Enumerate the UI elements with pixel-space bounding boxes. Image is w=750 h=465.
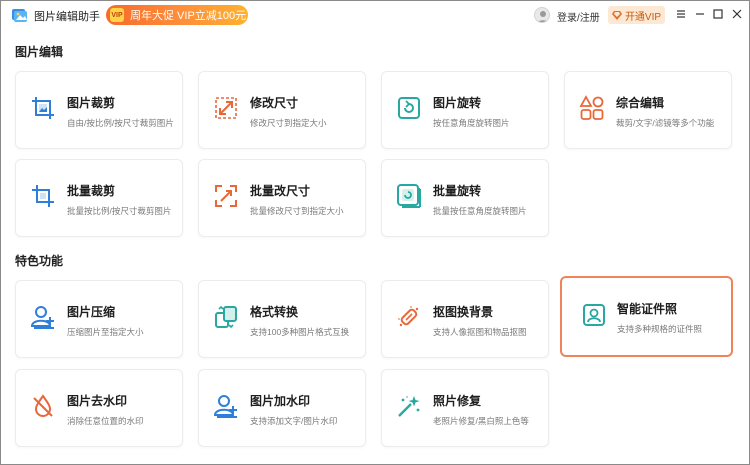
promo-banner[interactable]: VIP 周年大促 VIP立减100元: [106, 5, 248, 25]
card-title: 图片加水印: [250, 394, 311, 408]
card-desc: 支持人像抠图和物品抠图: [433, 327, 527, 337]
card-title: 批量改尺寸: [250, 184, 311, 198]
card-title: 图片压缩: [67, 305, 116, 319]
card-compress[interactable]: 图片压缩 压缩图片至指定大小: [15, 280, 183, 358]
card-desc: 消除任意位置的水印: [67, 416, 144, 426]
app-logo-icon: [12, 9, 27, 22]
card-title: 智能证件照: [617, 302, 678, 316]
resize-icon: [215, 97, 237, 119]
app-window: 图片编辑助手 VIP 周年大促 VIP立减100元 登录/注册 开通VIP 图片…: [0, 0, 750, 465]
section-title-edit: 图片编辑: [15, 45, 64, 59]
card-desc: 自由/按比例/按尺寸裁剪图片: [67, 118, 174, 128]
shapes-edit-icon: [579, 95, 604, 120]
card-cutout[interactable]: 抠图换背景 支持人像抠图和物品抠图: [381, 280, 549, 358]
card-title: 图片去水印: [67, 394, 128, 408]
batch-rotate-icon: [397, 184, 421, 208]
menu-icon[interactable]: [674, 7, 688, 21]
title-bar: 图片编辑助手 VIP 周年大促 VIP立减100元 登录/注册 开通VIP: [1, 1, 749, 29]
card-desc: 老照片修复/黑白照上色等: [433, 416, 529, 426]
cutout-icon: [398, 306, 419, 327]
card-desc: 批量按任意角度旋转图片: [433, 206, 527, 216]
rotate-icon: [398, 97, 420, 119]
card-remove-watermark[interactable]: 图片去水印 消除任意位置的水印: [15, 369, 183, 447]
crop-image-icon: [32, 97, 54, 119]
open-vip-button[interactable]: 开通VIP: [608, 6, 665, 24]
card-batch-rotate[interactable]: 批量旋转 批量按任意角度旋转图片: [381, 159, 549, 237]
card-desc: 批量修改尺寸到指定大小: [250, 206, 344, 216]
card-title: 图片旋转: [433, 96, 482, 110]
card-batch-crop[interactable]: 批量裁剪 批量按比例/按尺寸裁剪图片: [15, 159, 183, 237]
avatar[interactable]: [534, 7, 550, 23]
card-desc: 按任意角度旋转图片: [433, 118, 510, 128]
card-desc: 修改尺寸到指定大小: [250, 118, 327, 128]
close-icon[interactable]: [730, 7, 744, 21]
batch-resize-icon: [215, 185, 237, 207]
login-link[interactable]: 登录/注册: [557, 9, 600, 24]
card-desc: 支持多种规格的证件照: [617, 324, 703, 334]
photo-repair-icon: [398, 396, 420, 417]
id-photo-icon: [583, 304, 605, 326]
card-desc: 支持100多种图片格式互换: [250, 327, 350, 337]
card-photo-repair[interactable]: 照片修复 老照片修复/黑白照上色等: [381, 369, 549, 447]
card-composite-edit[interactable]: 综合编辑 裁剪/文字/滤镜等多个功能: [564, 71, 732, 149]
add-watermark-icon: [213, 395, 237, 418]
maximize-icon[interactable]: [711, 7, 725, 21]
section-title-features: 特色功能: [15, 254, 64, 268]
card-desc: 裁剪/文字/滤镜等多个功能: [616, 118, 715, 128]
card-format-convert[interactable]: 格式转换 支持100多种图片格式互换: [198, 280, 366, 358]
card-title: 综合编辑: [616, 96, 665, 110]
app-title: 图片编辑助手: [34, 11, 100, 23]
open-vip-label: 开通VIP: [624, 11, 662, 23]
batch-crop-icon: [32, 185, 54, 207]
minimize-icon[interactable]: [693, 7, 707, 21]
compress-icon: [30, 306, 54, 329]
card-title: 图片裁剪: [67, 96, 116, 110]
card-batch-resize[interactable]: 批量改尺寸 批量修改尺寸到指定大小: [198, 159, 366, 237]
card-title: 批量旋转: [433, 184, 482, 198]
vip-badge: VIP: [110, 8, 124, 22]
card-title: 照片修复: [433, 394, 482, 408]
card-title: 抠图换背景: [433, 305, 494, 319]
card-desc: 压缩图片至指定大小: [67, 327, 144, 337]
user-icon: [537, 11, 549, 22]
card-resize[interactable]: 修改尺寸 修改尺寸到指定大小: [198, 71, 366, 149]
remove-watermark-icon: [33, 394, 53, 417]
card-rotate[interactable]: 图片旋转 按任意角度旋转图片: [381, 71, 549, 149]
promo-text: 周年大促 VIP立减100元: [130, 10, 247, 22]
card-add-watermark[interactable]: 图片加水印 支持添加文字/图片水印: [198, 369, 366, 447]
card-title: 修改尺寸: [250, 96, 299, 110]
card-desc: 支持添加文字/图片水印: [250, 416, 338, 426]
format-convert-icon: [215, 305, 237, 329]
card-crop[interactable]: 图片裁剪 自由/按比例/按尺寸裁剪图片: [15, 71, 183, 149]
diamond-icon: [611, 10, 622, 20]
card-title: 格式转换: [250, 305, 299, 319]
card-title: 批量裁剪: [67, 184, 116, 198]
card-id-photo[interactable]: 智能证件照 支持多种规格的证件照: [560, 276, 733, 357]
card-desc: 批量按比例/按尺寸裁剪图片: [67, 206, 172, 216]
